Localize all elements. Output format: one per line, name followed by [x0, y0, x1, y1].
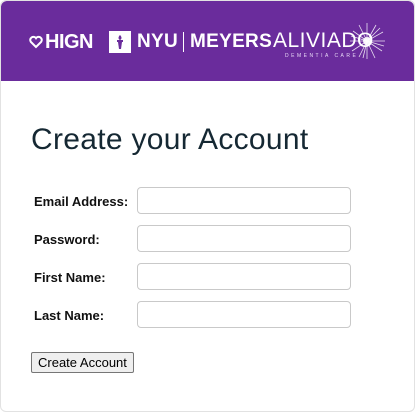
email-label: Email Address:: [34, 194, 129, 209]
aliviado-logo-text: ALIVIADO: [273, 29, 374, 52]
last-name-label: Last Name:: [34, 308, 105, 323]
first-name-label: First Name:: [34, 270, 106, 285]
account-card: HIGN NYU MEYERS ALIVIADO DEMENTIA CARE C…: [0, 0, 415, 412]
password-row: Password:: [34, 225, 364, 255]
aliviado-logo: ALIVIADO DEMENTIA CARE: [271, 23, 391, 63]
password-label: Password:: [34, 232, 100, 247]
heart-icon: [29, 35, 43, 49]
aliviado-logo-subtext: DEMENTIA CARE: [285, 53, 359, 59]
email-field[interactable]: [137, 187, 351, 214]
header-banner: HIGN NYU MEYERS ALIVIADO DEMENTIA CARE: [1, 1, 414, 81]
nyu-meyers-logo: NYU MEYERS: [109, 28, 272, 56]
last-name-field[interactable]: [137, 301, 351, 328]
first-name-row: First Name:: [34, 263, 364, 293]
logo-divider: [183, 32, 185, 52]
page-title: Create your Account: [31, 123, 309, 156]
last-name-row: Last Name:: [34, 301, 364, 331]
nyu-logo-text: NYU: [137, 31, 179, 52]
torch-icon: [109, 31, 131, 53]
hign-logo-text: HIGN: [45, 30, 94, 53]
hign-logo: HIGN: [29, 29, 94, 55]
password-field[interactable]: [137, 225, 351, 252]
first-name-field[interactable]: [137, 263, 351, 290]
email-row: Email Address:: [34, 187, 364, 217]
meyers-logo-text: MEYERS: [190, 31, 273, 52]
create-account-button[interactable]: Create Account: [31, 352, 134, 373]
